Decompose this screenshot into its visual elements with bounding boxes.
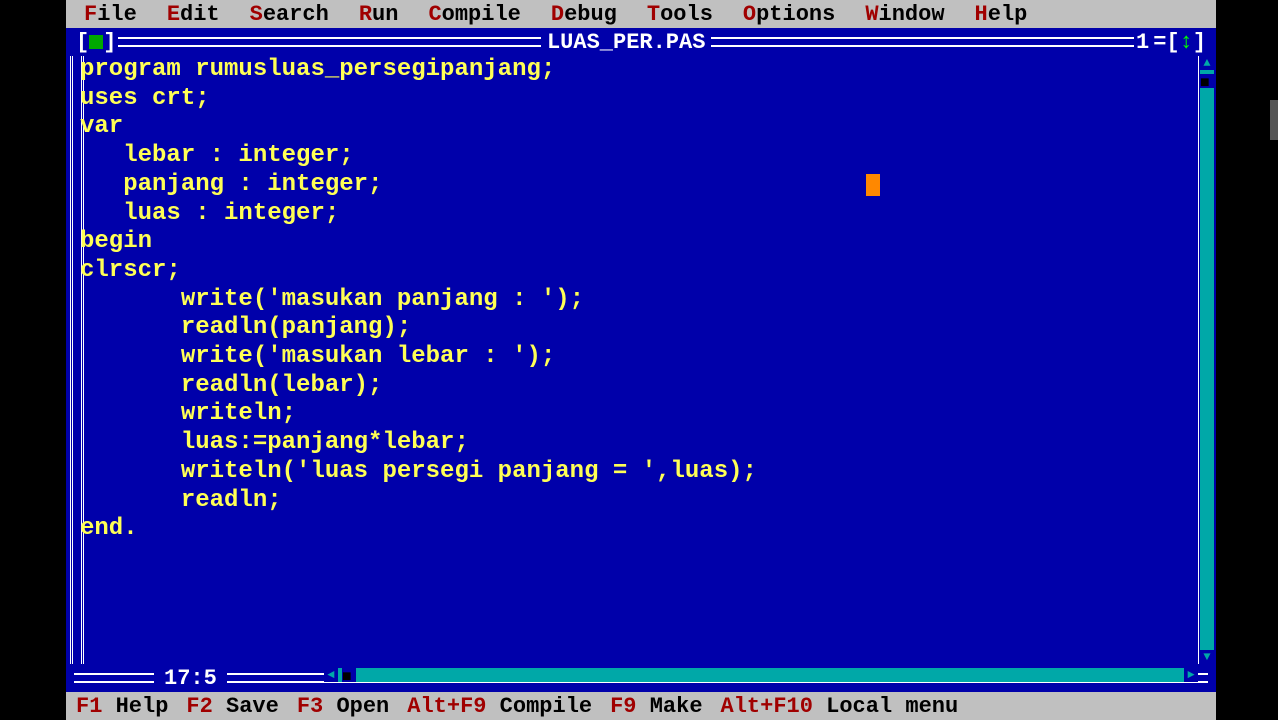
menu-run[interactable]: Run [359, 2, 399, 27]
status-f3[interactable]: F3 Open [297, 694, 389, 719]
vertical-scrollbar[interactable]: ▲ ■ ▼ [1200, 56, 1214, 664]
hscroll-thumb[interactable]: ■ [342, 668, 356, 682]
text-cursor [866, 174, 880, 196]
menu-edit[interactable]: Edit [167, 2, 220, 27]
scroll-up-arrow-icon[interactable]: ▲ [1200, 56, 1214, 70]
status-alt-f10[interactable]: Alt+F10 Local menu [721, 694, 959, 719]
code-editor[interactable]: program rumusluas_persegipanjang; uses c… [80, 56, 1198, 664]
status-alt-f9[interactable]: Alt+F9 Compile [407, 694, 592, 719]
status-f1[interactable]: F1 Help [76, 694, 168, 719]
status-f9[interactable]: F9 Make [610, 694, 702, 719]
window-top-border: [] LUAS_PER.PAS 1 =[↕] [74, 28, 1208, 56]
editor-window: [] LUAS_PER.PAS 1 =[↕] program rumusluas… [66, 28, 1216, 692]
menu-bar: File Edit Search Run Compile Debug Tools Option… [66, 0, 1216, 28]
menu-options[interactable]: Options [743, 2, 835, 27]
window-edge [1270, 100, 1278, 140]
window-title: LUAS_PER.PAS [541, 30, 711, 55]
status-bar: F1 Help F2 Save F3 Open Alt+F9 Compile F9 Ma… [66, 692, 1216, 720]
window-number: 1 [1134, 30, 1151, 55]
scroll-left-arrow-icon[interactable]: ◄ [324, 668, 338, 682]
window-zoom-button[interactable]: =[↕] [1151, 30, 1208, 55]
scroll-right-arrow-icon[interactable]: ► [1184, 668, 1198, 682]
menu-window[interactable]: Window [865, 2, 944, 27]
menu-search[interactable]: Search [250, 2, 329, 27]
scroll-down-arrow-icon[interactable]: ▼ [1200, 650, 1214, 664]
status-f2[interactable]: F2 Save [186, 694, 278, 719]
menu-help[interactable]: Help [975, 2, 1028, 27]
menu-debug[interactable]: Debug [551, 2, 617, 27]
turbo-pascal-ide: File Edit Search Run Compile Debug Tools Option… [66, 0, 1216, 720]
menu-compile[interactable]: Compile [428, 2, 520, 27]
window-close-button[interactable]: [] [74, 30, 118, 55]
vscroll-thumb[interactable]: ■ [1200, 74, 1214, 88]
menu-tools[interactable]: Tools [647, 2, 713, 27]
cursor-position: 17:5 [154, 666, 227, 691]
menu-file[interactable]: File [84, 2, 137, 27]
desktop-background [1216, 0, 1278, 720]
horizontal-scrollbar[interactable]: ◄ ■ ► [324, 668, 1198, 682]
